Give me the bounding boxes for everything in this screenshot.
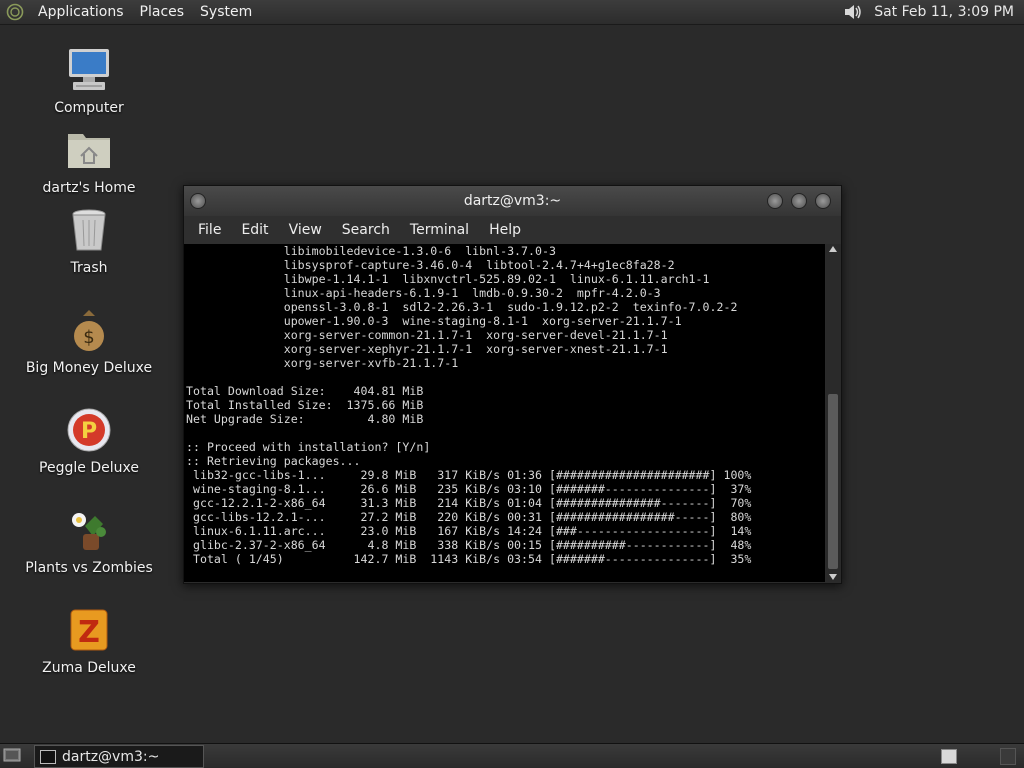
taskbar-button-terminal[interactable]: dartz@vm3:~	[34, 745, 204, 768]
terminal-line: lib32-gcc-libs-1... 29.8 MiB 317 KiB/s 0…	[186, 468, 752, 482]
terminal-line: linux-6.1.11.arc... 23.0 MiB 167 KiB/s 1…	[186, 524, 752, 538]
bottom-panel: dartz@vm3:~	[0, 743, 1024, 768]
menu-search[interactable]: Search	[332, 222, 400, 238]
desktop-icon-label: Computer	[54, 100, 124, 116]
home-folder-icon	[68, 134, 110, 168]
desktop-icon-label: Trash	[70, 260, 108, 276]
show-desktop-icon[interactable]	[3, 747, 21, 763]
terminal-output-area[interactable]: libimobiledevice-1.3.0-6 libnl-3.7.0-3 l…	[184, 244, 825, 582]
terminal-line: glibc-2.37-2-x86_64 4.8 MiB 338 KiB/s 00…	[186, 538, 752, 552]
desktop-icon-computer[interactable]: Computer	[19, 46, 159, 116]
terminal-line: xorg-server-common-21.1.7-1 xorg-server-…	[186, 328, 668, 342]
terminal-line: openssl-3.0.8-1 sdl2-2.26.3-1 sudo-1.9.1…	[186, 300, 738, 314]
top-panel: Applications Places System Sat Feb 11, 3…	[0, 0, 1024, 25]
desktop-icon-plants-vs-zombies[interactable]: Plants vs Zombies	[19, 506, 159, 576]
desktop-icon-trash[interactable]: Trash	[19, 206, 159, 276]
terminal-line: wine-staging-8.1... 26.6 MiB 235 KiB/s 0…	[186, 482, 752, 496]
terminal-line: libwpe-1.14.1-1 libxnvctrl-525.89.02-1 l…	[186, 272, 710, 286]
desktop-icon-label: Peggle Deluxe	[39, 460, 139, 476]
terminal-line: xorg-server-xephyr-21.1.7-1 xorg-server-…	[186, 342, 668, 356]
menu-help[interactable]: Help	[479, 222, 531, 238]
plants-vs-zombies-icon	[72, 513, 106, 550]
menu-terminal[interactable]: Terminal	[400, 222, 479, 238]
desktop-icon-zuma[interactable]: Z Zuma Deluxe	[19, 606, 159, 676]
terminal-line: libimobiledevice-1.3.0-6 libnl-3.7.0-3	[186, 244, 556, 258]
trash-icon	[72, 209, 106, 251]
terminal-scrollbar[interactable]	[826, 244, 840, 582]
trash-applet-icon[interactable]	[1000, 748, 1016, 765]
volume-icon[interactable]	[842, 2, 864, 22]
zuma-icon: Z	[70, 609, 108, 651]
terminal-line: xorg-server-xvfb-21.1.7-1	[186, 356, 459, 370]
scroll-down-arrow-icon[interactable]	[829, 574, 837, 580]
terminal-window[interactable]: dartz@vm3:~ File Edit View Search Termin…	[183, 185, 842, 584]
places-menu[interactable]: Places	[132, 0, 193, 24]
terminal-line: Total Download Size: 404.81 MiB	[186, 384, 424, 398]
terminal-line: libsysprof-capture-3.46.0-4 libtool-2.4.…	[186, 258, 675, 272]
desktop-icon-label: dartz's Home	[42, 180, 136, 196]
close-icon[interactable]	[815, 193, 831, 209]
window-menu-icon[interactable]	[190, 193, 206, 209]
distro-logo-icon[interactable]	[6, 3, 24, 21]
desktop-icon-home[interactable]: dartz's Home	[19, 126, 159, 196]
terminal-line: gcc-12.2.1-2-x86_64 31.3 MiB 214 KiB/s 0…	[186, 496, 752, 510]
menu-edit[interactable]: Edit	[231, 222, 278, 238]
computer-icon	[69, 49, 109, 90]
terminal-line: Net Upgrade Size: 4.80 MiB	[186, 412, 424, 426]
svg-text:P: P	[81, 419, 97, 444]
peggle-icon: P	[67, 408, 111, 452]
minimize-icon[interactable]	[767, 193, 783, 209]
maximize-icon[interactable]	[791, 193, 807, 209]
taskbar-button-label: dartz@vm3:~	[62, 748, 160, 765]
scrollbar-thumb[interactable]	[828, 394, 838, 569]
window-title-bar[interactable]: dartz@vm3:~	[184, 186, 841, 216]
desktop-icon-label: Plants vs Zombies	[25, 560, 153, 576]
terminal-line: :: Retrieving packages...	[186, 454, 361, 468]
svg-text:Z: Z	[78, 615, 100, 650]
terminal-line: gcc-libs-12.2.1-... 27.2 MiB 220 KiB/s 0…	[186, 510, 752, 524]
desktop-icon-label: Big Money Deluxe	[25, 360, 153, 376]
scroll-up-arrow-icon[interactable]	[829, 246, 837, 252]
terminal-output: libimobiledevice-1.3.0-6 libnl-3.7.0-3 l…	[184, 244, 825, 566]
clock[interactable]: Sat Feb 11, 3:09 PM	[874, 4, 1014, 20]
desktop-icon-peggle[interactable]: P Peggle Deluxe	[19, 406, 159, 476]
terminal-line: Total ( 1/45) 142.7 MiB 1143 KiB/s 03:54…	[186, 552, 752, 566]
terminal-line: Total Installed Size: 1375.66 MiB	[186, 398, 424, 412]
window-title: dartz@vm3:~	[463, 193, 562, 209]
menu-view[interactable]: View	[279, 222, 332, 238]
terminal-menu-bar: File Edit View Search Terminal Help	[184, 216, 841, 244]
applications-menu[interactable]: Applications	[30, 0, 132, 24]
terminal-icon	[40, 749, 56, 764]
system-menu[interactable]: System	[192, 0, 260, 24]
workspace-switcher[interactable]	[941, 749, 957, 764]
desktop-icon-big-money[interactable]: $ Big Money Deluxe	[19, 306, 159, 376]
money-bag-icon: $	[74, 310, 104, 351]
terminal-line: :: Proceed with installation? [Y/n]	[186, 440, 431, 454]
svg-text:$: $	[83, 327, 94, 348]
terminal-line: linux-api-headers-6.1.9-1 lmdb-0.9.30-2 …	[186, 286, 661, 300]
desktop-icon-label: Zuma Deluxe	[42, 660, 136, 676]
top-panel-tray: Sat Feb 11, 3:09 PM	[842, 0, 1014, 24]
terminal-line: upower-1.90.0-3 wine-staging-8.1-1 xorg-…	[186, 314, 682, 328]
menu-file[interactable]: File	[188, 222, 231, 238]
